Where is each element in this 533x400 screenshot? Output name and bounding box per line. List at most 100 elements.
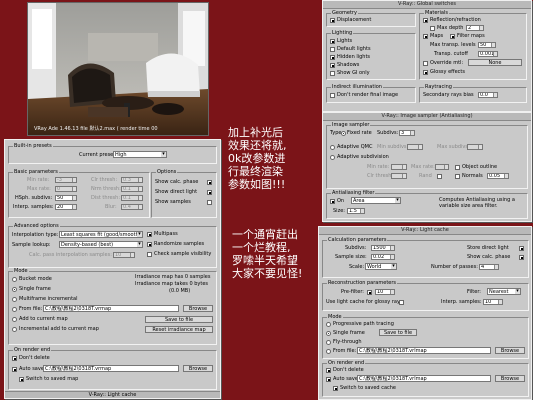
interp-type-dropdown[interactable]: Least squares fit (good/smooth) bbox=[59, 231, 143, 238]
normals-checkbox[interactable] bbox=[455, 174, 460, 179]
blur-spinner[interactable]: 0.4 bbox=[121, 204, 143, 210]
light-cache-rollout-collapsed[interactable]: V-Ray:: Light cache bbox=[5, 391, 220, 398]
irradiance-auto-browse-button[interactable]: Browse bbox=[183, 365, 213, 372]
bucket-mode-radio[interactable] bbox=[12, 277, 17, 282]
normals-spinner[interactable]: 0.05 bbox=[487, 173, 509, 179]
prefilter-checkbox[interactable] bbox=[367, 290, 372, 295]
lc-scale-dropdown[interactable]: World bbox=[365, 263, 397, 270]
max-depth-spinner[interactable]: 2 bbox=[466, 25, 484, 31]
clr-thresh-spinner[interactable]: 0.3 bbox=[121, 177, 143, 183]
lc-sample-size-spinner[interactable]: 0.02 bbox=[371, 254, 395, 260]
lc-auto-browse-button[interactable]: Browse bbox=[495, 375, 525, 382]
dist-thresh-spinner[interactable]: 0.1 bbox=[121, 195, 143, 201]
qmc-min-subdivs-spinner[interactable] bbox=[407, 144, 423, 150]
max-depth-checkbox[interactable] bbox=[430, 26, 435, 31]
from-file-browse-button[interactable]: Browse bbox=[183, 305, 213, 312]
light-cache-title[interactable]: V-Ray:: Light cache bbox=[319, 227, 531, 235]
override-material-button[interactable]: None bbox=[468, 59, 522, 66]
max-rate-spinner[interactable]: 0 bbox=[55, 186, 77, 192]
lc-single-frame-radio[interactable] bbox=[326, 331, 331, 336]
current-preset-dropdown[interactable]: High bbox=[113, 151, 167, 158]
max-transp-spinner[interactable]: 50 bbox=[478, 42, 496, 48]
override-checkbox[interactable] bbox=[423, 61, 428, 66]
render-preview: VRay Ade 1.46.13 file 默认2.max ( render t… bbox=[27, 2, 209, 136]
randomize-checkbox[interactable] bbox=[147, 242, 152, 247]
image-sampler-title[interactable]: V-Ray:: Image sampler (Antialiasing) bbox=[323, 113, 531, 121]
lc-auto-save-path[interactable]: C:\教程\教程2\0318T.vrlmap bbox=[357, 375, 491, 382]
switch-saved-map-checkbox[interactable] bbox=[19, 377, 24, 382]
nrm-thresh-spinner[interactable]: 0.1 bbox=[121, 186, 143, 192]
reflection-checkbox[interactable] bbox=[423, 18, 428, 23]
irradiance-auto-save-path[interactable]: C:\教程\教程2\0318T.vrmap bbox=[43, 365, 179, 372]
qmc-max-subdivs-spinner[interactable] bbox=[467, 144, 483, 150]
num-passes-spinner[interactable]: 4 bbox=[479, 264, 499, 270]
lc-save-button[interactable]: Save to file bbox=[379, 329, 417, 336]
hsph-subdivs-spinner[interactable]: 50 bbox=[55, 195, 77, 201]
lc-browse-button[interactable]: Browse bbox=[495, 347, 525, 354]
multipass-checkbox[interactable] bbox=[147, 232, 152, 237]
min-rate-spinner[interactable]: -3 bbox=[55, 177, 77, 183]
transp-cutoff-spinner[interactable]: 0.001 bbox=[478, 51, 498, 57]
min-rate-spinner[interactable] bbox=[391, 164, 407, 170]
subdivs-spinner[interactable]: 3 bbox=[399, 130, 415, 136]
object-outline-checkbox[interactable] bbox=[455, 165, 460, 170]
displacement-checkbox[interactable] bbox=[330, 18, 335, 23]
lc-from-file-radio[interactable] bbox=[326, 349, 331, 354]
aa-filter-dropdown[interactable]: Area bbox=[351, 197, 401, 204]
lc-auto-save-label: Auto save: bbox=[333, 376, 360, 382]
reset-irradiance-button[interactable]: Reset irradiance map bbox=[145, 326, 213, 333]
incremental-radio[interactable] bbox=[12, 327, 17, 332]
lights-label: Lights bbox=[337, 38, 353, 44]
maps-checkbox[interactable] bbox=[423, 34, 428, 39]
check-visibility-checkbox[interactable] bbox=[147, 252, 152, 257]
sample-lookup-dropdown[interactable]: Density-based (best) bbox=[59, 241, 143, 248]
lc-filter-dropdown[interactable]: Nearest bbox=[487, 288, 521, 295]
lights-checkbox[interactable] bbox=[330, 39, 335, 44]
add-current-radio[interactable] bbox=[12, 317, 17, 322]
irradiance-auto-save-checkbox[interactable] bbox=[12, 367, 17, 372]
lc-show-calc-checkbox[interactable] bbox=[519, 255, 524, 260]
adaptive-subdivision-radio[interactable] bbox=[330, 155, 335, 160]
secondary-bias-spinner[interactable]: 0.0 bbox=[478, 92, 498, 98]
save-to-file-button[interactable]: Save to file bbox=[145, 316, 213, 323]
prefilter-spinner[interactable]: 10 bbox=[375, 289, 395, 295]
show-direct-checkbox[interactable] bbox=[207, 190, 212, 195]
multiframe-radio[interactable] bbox=[12, 297, 17, 302]
progressive-radio[interactable] bbox=[326, 322, 331, 327]
fixed-rate-radio[interactable] bbox=[341, 131, 346, 136]
dont-render-checkbox[interactable] bbox=[330, 93, 335, 98]
lc-file-path-input[interactable]: C:\教程\教程2\0318T.vrlmap bbox=[357, 347, 491, 354]
lc-dont-delete-checkbox[interactable] bbox=[326, 368, 331, 373]
calc-pass-spinner[interactable]: 10 bbox=[113, 252, 135, 258]
global-switches-title[interactable]: V-Ray:: Global switches bbox=[323, 1, 531, 9]
interp-samples-spinner[interactable]: 20 bbox=[55, 204, 77, 210]
max-rate-spinner[interactable] bbox=[435, 164, 449, 170]
irradiance-dont-delete-checkbox[interactable] bbox=[12, 356, 17, 361]
clr-thresh-spinner[interactable] bbox=[391, 173, 407, 179]
switch-saved-cache-checkbox[interactable] bbox=[333, 386, 338, 391]
glossy-effects-checkbox[interactable] bbox=[423, 70, 428, 75]
flythrough-radio[interactable] bbox=[326, 340, 331, 345]
lc-subdivs-spinner[interactable]: 1500 bbox=[371, 245, 395, 251]
render-caption: VRay Ade 1.46.13 file 默认2.max ( render t… bbox=[34, 126, 158, 132]
light-cache-panel: V-Ray:: Light cache Calculation paramete… bbox=[318, 226, 532, 400]
from-file-radio[interactable] bbox=[12, 307, 17, 312]
single-frame-radio[interactable] bbox=[12, 287, 17, 292]
hidden-lights-checkbox[interactable] bbox=[330, 55, 335, 60]
show-samples-checkbox[interactable] bbox=[207, 200, 212, 205]
lc-auto-save-checkbox[interactable] bbox=[326, 377, 331, 382]
lc-interp-spinner[interactable]: 10 bbox=[483, 299, 503, 305]
aa-size-spinner[interactable]: 1.5 bbox=[347, 208, 365, 214]
aa-on-checkbox[interactable] bbox=[330, 199, 335, 204]
show-calc-checkbox[interactable] bbox=[207, 180, 212, 185]
use-glossy-checkbox[interactable] bbox=[399, 300, 404, 305]
adaptive-qmc-radio[interactable] bbox=[330, 145, 335, 150]
rand-checkbox[interactable] bbox=[437, 174, 442, 179]
default-lights-checkbox[interactable] bbox=[330, 47, 335, 52]
show-gi-only-checkbox[interactable] bbox=[330, 71, 335, 76]
lc-mode-group: Mode Progressive path tracing Single fra… bbox=[322, 314, 529, 359]
filter-maps-checkbox[interactable] bbox=[450, 34, 455, 39]
from-file-path-input[interactable]: C:\教程\教程2\0318T.vrmap bbox=[43, 305, 179, 312]
store-direct-checkbox[interactable] bbox=[519, 246, 524, 251]
shadows-checkbox[interactable] bbox=[330, 63, 335, 68]
